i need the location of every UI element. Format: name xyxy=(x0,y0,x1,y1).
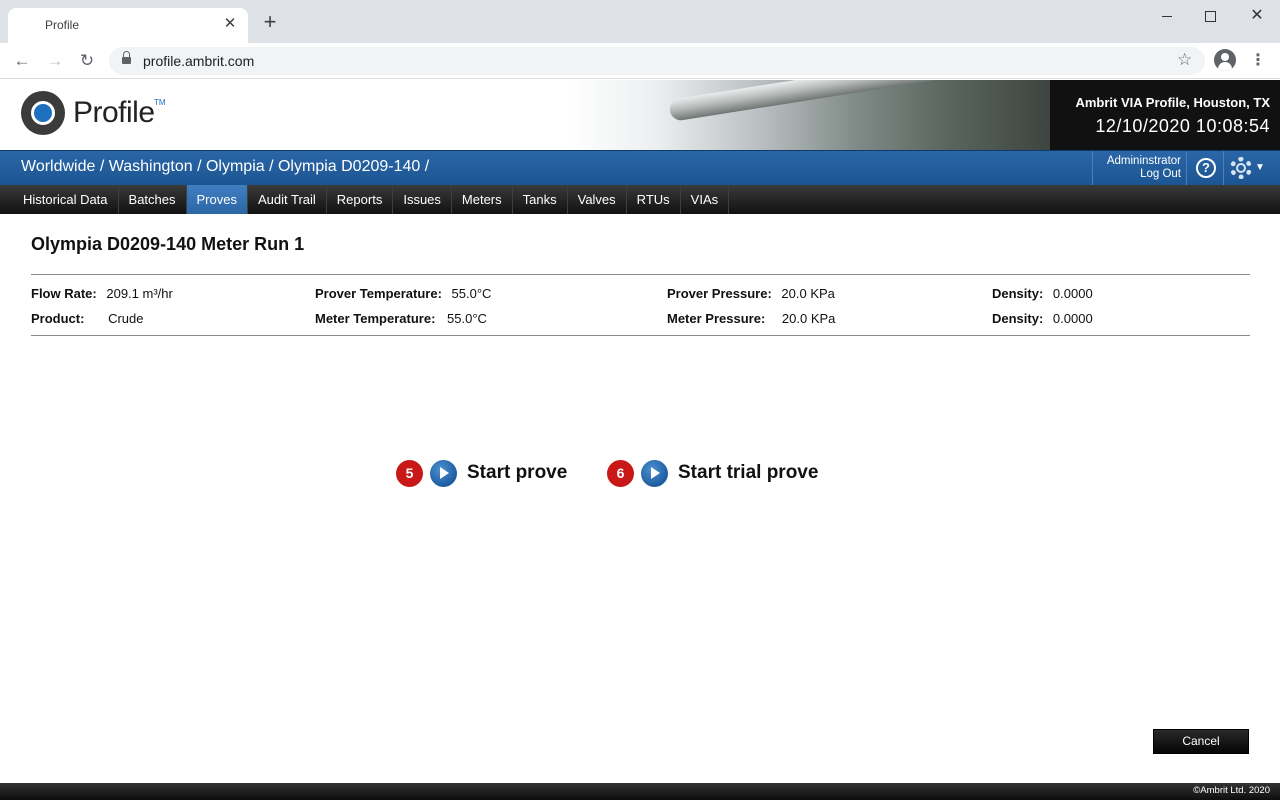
density-field: Density: 0.0000 xyxy=(992,286,1093,301)
logo-text: Profile xyxy=(73,96,155,129)
tab-meters[interactable]: Meters xyxy=(452,185,513,214)
density-value: 0.0000 xyxy=(1052,286,1093,301)
site-datetime: 12/10/2020 10:08:54 xyxy=(1095,116,1270,136)
tab-title: Profile xyxy=(45,18,80,32)
logo-icon-center xyxy=(31,101,55,125)
reload-icon[interactable]: ↻ xyxy=(77,51,97,71)
tab-issues[interactable]: Issues xyxy=(393,185,452,214)
prover-pressure-label: Prover Pressure: xyxy=(667,286,772,301)
user-name: Admininstrator xyxy=(1106,155,1181,167)
tab-historical-data[interactable]: Historical Data xyxy=(13,185,119,214)
step-badge: 6 xyxy=(607,460,634,487)
play-icon[interactable] xyxy=(430,460,457,487)
tab-rtus[interactable]: RTUs xyxy=(627,185,681,214)
maximize-icon[interactable] xyxy=(1201,8,1221,24)
main-menu: Historical Data Batches Proves Audit Trail R… xyxy=(0,185,1280,214)
page-title: Olympia D0209-140 Meter Run 1 xyxy=(31,234,305,254)
divider xyxy=(1223,151,1224,185)
meter-pressure-value: 20.0 KPa xyxy=(781,311,836,326)
tab-close-icon[interactable]: ✕ xyxy=(222,16,238,32)
density-label: Density: xyxy=(992,286,1044,301)
tab-audit-trail[interactable]: Audit Trail xyxy=(248,185,327,214)
lock-icon xyxy=(122,51,131,66)
breadcrumb-bar: Worldwide / Washington / Olympia / Olymp… xyxy=(0,150,1280,185)
user-box: Admininstrator Log Out xyxy=(1092,151,1187,185)
tab-vias[interactable]: VIAs xyxy=(681,185,730,214)
density-field: Density: 0.0000 xyxy=(992,311,1093,326)
start-trial-prove-label[interactable]: Start trial prove xyxy=(678,462,818,484)
density-value: 0.0000 xyxy=(1052,311,1093,326)
browser-window: Profile ✕ + ✕ ← → ↻ profile.ambrit.com ☆… xyxy=(0,0,1280,800)
start-trial-prove-button[interactable]: 6 Start trial prove xyxy=(607,460,847,488)
divider xyxy=(31,335,1250,336)
product-value: Crude xyxy=(108,311,144,326)
prover-temperature-field: Prover Temperature: 55.0°C xyxy=(315,286,491,301)
meter-temperature-label: Meter Temperature: xyxy=(315,311,436,326)
browser-toolbar: ← → ↻ profile.ambrit.com ☆ ⋮ xyxy=(0,43,1280,79)
tab-proves[interactable]: Proves xyxy=(186,185,248,214)
flow-rate-label: Flow Rate: xyxy=(31,286,97,301)
forward-arrow-icon[interactable]: → xyxy=(45,51,65,71)
product-label: Product: xyxy=(31,311,85,326)
meter-pressure-label: Meter Pressure: xyxy=(667,311,766,326)
account-icon[interactable] xyxy=(1214,49,1236,71)
logo-trademark: TM xyxy=(154,98,166,107)
site-info-panel: Ambrit VIA Profile, Houston, TX 12/10/20… xyxy=(1050,80,1280,150)
minimize-icon[interactable] xyxy=(1158,8,1178,24)
tab-strip: Profile ✕ + ✕ xyxy=(0,0,1280,43)
site-name: Ambrit VIA Profile, Houston, TX xyxy=(1075,95,1270,110)
footer: ©Ambrit Ltd. 2020 xyxy=(0,783,1280,800)
back-arrow-icon[interactable]: ← xyxy=(12,51,32,71)
app-header: Profile TM Ambrit VIA Profile, Houston, … xyxy=(0,80,1280,150)
url-text[interactable]: profile.ambrit.com xyxy=(143,53,254,69)
step-badge: 5 xyxy=(396,460,423,487)
product-field: Product: Crude xyxy=(31,311,144,326)
cancel-button[interactable]: Cancel xyxy=(1153,729,1249,754)
divider xyxy=(31,274,1250,275)
flow-rate-value: 209.1 m³/hr xyxy=(106,286,173,301)
help-icon[interactable]: ? xyxy=(1196,158,1216,178)
flow-rate-field: Flow Rate: 209.1 m³/hr xyxy=(31,286,173,301)
tab-batches[interactable]: Batches xyxy=(119,185,187,214)
pipeline-banner-image xyxy=(570,80,1067,150)
prover-pressure-field: Prover Pressure: 20.0 KPa xyxy=(667,286,835,301)
density-label: Density: xyxy=(992,311,1044,326)
meter-pressure-field: Meter Pressure: 20.0 KPa xyxy=(667,311,835,326)
tab-valves[interactable]: Valves xyxy=(568,185,627,214)
chevron-down-icon[interactable]: ▼ xyxy=(1255,162,1265,173)
tab-tanks[interactable]: Tanks xyxy=(513,185,568,214)
breadcrumb[interactable]: Worldwide / Washington / Olympia / Olymp… xyxy=(21,158,429,176)
browser-tab[interactable]: Profile ✕ xyxy=(8,8,248,43)
prover-temperature-value: 55.0°C xyxy=(451,286,492,301)
start-prove-label[interactable]: Start prove xyxy=(467,462,567,484)
star-icon[interactable]: ☆ xyxy=(1177,50,1192,70)
pipeline-graphic xyxy=(668,80,1067,122)
prover-temperature-label: Prover Temperature: xyxy=(315,286,442,301)
tab-reports[interactable]: Reports xyxy=(327,185,394,214)
address-bar[interactable]: profile.ambrit.com ☆ xyxy=(109,47,1205,75)
play-icon[interactable] xyxy=(641,460,668,487)
gear-icon[interactable] xyxy=(1230,157,1252,179)
meter-temperature-value: 55.0°C xyxy=(447,311,487,326)
menu-items: Historical Data Batches Proves Audit Trail R… xyxy=(13,185,730,214)
meter-temperature-field: Meter Temperature: 55.0°C xyxy=(315,311,487,326)
more-menu-icon[interactable]: ⋮ xyxy=(1250,51,1266,71)
prover-pressure-value: 20.0 KPa xyxy=(781,286,835,301)
new-tab-icon[interactable]: + xyxy=(260,11,280,33)
copyright: ©Ambrit Ltd. 2020 xyxy=(1193,785,1270,796)
logout-link[interactable]: Log Out xyxy=(1093,168,1181,180)
window-close-icon[interactable]: ✕ xyxy=(1247,8,1267,24)
start-prove-button[interactable]: 5 Start prove xyxy=(396,460,586,488)
